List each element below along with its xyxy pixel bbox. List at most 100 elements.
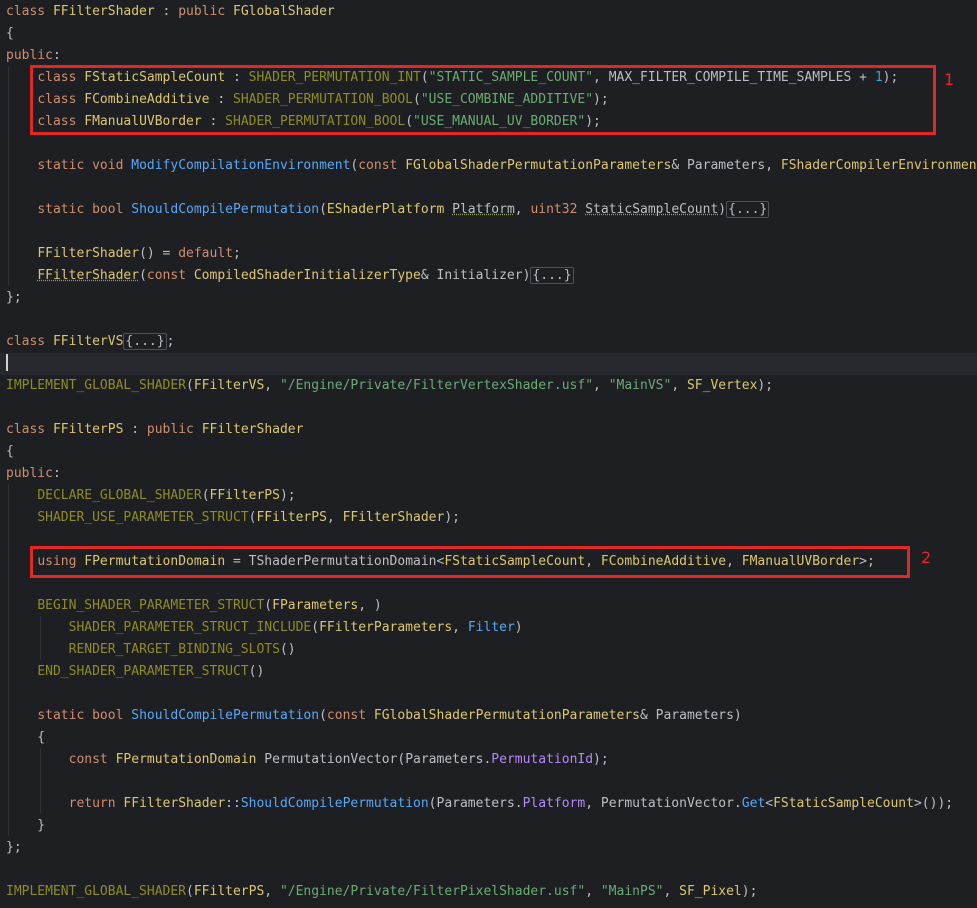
code-token: {	[6, 730, 46, 745]
code-line[interactable]: {	[0, 441, 977, 463]
code-line[interactable]: FFilterShader(const CompiledShaderInitia…	[0, 265, 977, 287]
code-line[interactable]: return FFilterShader::ShouldCompilePermu…	[0, 793, 977, 815]
code-line[interactable]	[0, 353, 977, 375]
code-line[interactable]: class FFilterShader : public FGlobalShad…	[0, 1, 977, 23]
code-line[interactable]: RENDER_TARGET_BINDING_SLOTS()	[0, 639, 977, 661]
code-line[interactable]: {	[0, 23, 977, 45]
folded-code-marker[interactable]: {...}	[530, 267, 574, 284]
code-token: public	[178, 4, 226, 19]
code-token: )	[718, 202, 727, 217]
code-token: ,	[264, 378, 280, 393]
code-token: ()	[248, 664, 265, 679]
folded-code-marker[interactable]: {...}	[123, 333, 167, 350]
highlight-box-permutation-domain	[30, 546, 910, 578]
code-line[interactable]: DECLARE_GLOBAL_SHADER(FFilterPS);	[0, 485, 977, 507]
code-token: public	[146, 422, 194, 437]
code-line[interactable]: END_SHADER_PARAMETER_STRUCT()	[0, 661, 977, 683]
code-token: (	[319, 202, 327, 217]
code-token: FGlobalShaderPermutationParameters	[373, 708, 640, 723]
code-line[interactable]	[0, 177, 977, 199]
code-token: return	[68, 796, 116, 811]
code-line[interactable]: }	[0, 815, 977, 837]
indent-guide	[8, 484, 9, 836]
code-token: ,	[585, 884, 601, 899]
code-token: FFilterPS	[209, 488, 280, 503]
folded-code-marker[interactable]: {...}	[726, 201, 770, 218]
code-line[interactable]: BEGIN_SHADER_PARAMETER_STRUCT(FParameter…	[0, 595, 977, 617]
code-line[interactable]: };	[0, 287, 977, 309]
code-token: ,	[452, 620, 468, 635]
code-token: FFilterParameters	[319, 620, 453, 635]
code-token: {	[6, 444, 14, 459]
code-line[interactable]: static void ModifyCompilationEnvironment…	[0, 155, 977, 177]
code-token: static	[37, 202, 85, 217]
code-editor[interactable]: class FFilterShader : public FGlobalShad…	[0, 0, 977, 908]
code-token: BEGIN_SHADER_PARAMETER_STRUCT	[37, 598, 265, 613]
code-line[interactable]: FFilterShader() = default;	[0, 243, 977, 265]
code-token: class	[6, 334, 46, 349]
code-token: IMPLEMENT_GLOBAL_SHADER	[6, 884, 187, 899]
code-line[interactable]: const FPermutationDomain PermutationVect…	[0, 749, 977, 771]
code-token: FParameters	[272, 598, 359, 613]
code-line[interactable]: SHADER_PARAMETER_STRUCT_INCLUDE(FFilterP…	[0, 617, 977, 639]
text-caret	[6, 354, 8, 371]
code-token: FShaderCompilerEnvironment	[780, 158, 977, 173]
code-token: const	[146, 268, 187, 283]
code-line[interactable]: static bool ShouldCompilePermutation(con…	[0, 705, 977, 727]
code-line[interactable]	[0, 133, 977, 155]
code-line[interactable]	[0, 859, 977, 881]
highlight-box-permutation-classes	[30, 65, 936, 135]
code-token: IMPLEMENT_GLOBAL_SHADER	[6, 378, 187, 393]
code-token: {	[6, 26, 14, 41]
code-token: FFilterVS	[52, 334, 124, 349]
code-token: Platform	[522, 796, 586, 811]
code-token: FFilterShader	[37, 246, 140, 261]
code-token: };	[6, 290, 22, 305]
code-token: RENDER_TARGET_BINDING_SLOTS	[68, 642, 280, 657]
code-line[interactable]: IMPLEMENT_GLOBAL_SHADER(FFilterVS, "/Eng…	[0, 375, 977, 397]
code-token: (	[186, 884, 194, 899]
code-line[interactable]	[0, 309, 977, 331]
code-line[interactable]	[0, 771, 977, 793]
code-line[interactable]: class FFilterPS : public FFilterShader	[0, 419, 977, 441]
code-line[interactable]	[0, 683, 977, 705]
code-token: FGlobalShaderPermutationParameters	[405, 158, 672, 173]
code-token: >());	[913, 796, 954, 811]
code-token: FFilterShader	[201, 422, 304, 437]
code-line[interactable]: static bool ShouldCompilePermutation(ESh…	[0, 199, 977, 221]
code-token: END_SHADER_PARAMETER_STRUCT	[37, 664, 249, 679]
code-token: <	[765, 796, 774, 811]
code-line[interactable]	[0, 397, 977, 419]
code-line[interactable]: class FFilterVS {...};	[0, 331, 977, 353]
code-token: ShouldCompilePermutation	[131, 202, 320, 217]
code-line[interactable]: public:	[0, 463, 977, 485]
code-token: const	[358, 158, 398, 173]
code-token: ,	[264, 884, 280, 899]
code-line[interactable]	[0, 221, 977, 243]
code-token: };	[6, 840, 22, 855]
code-line[interactable]: {	[0, 727, 977, 749]
code-line[interactable]: public:	[0, 45, 977, 67]
code-line[interactable]: SHADER_USE_PARAMETER_STRUCT(FFilterPS, F…	[0, 507, 977, 529]
code-token: CompiledShaderInitializerType	[193, 268, 421, 283]
code-token: uint32	[530, 202, 578, 217]
code-token: PermutationId	[491, 752, 594, 767]
code-line[interactable]: IMPLEMENT_GLOBAL_SHADER(FFilterPS, "/Eng…	[0, 881, 977, 903]
code-line[interactable]: };	[0, 837, 977, 859]
code-token: FFilterPS	[193, 884, 265, 899]
code-token: SHADER_USE_PARAMETER_STRUCT	[37, 510, 249, 525]
code-token: :	[123, 422, 147, 437]
code-token: );	[593, 752, 609, 767]
code-token: SHADER_PARAMETER_STRUCT_INCLUDE	[68, 620, 312, 635]
